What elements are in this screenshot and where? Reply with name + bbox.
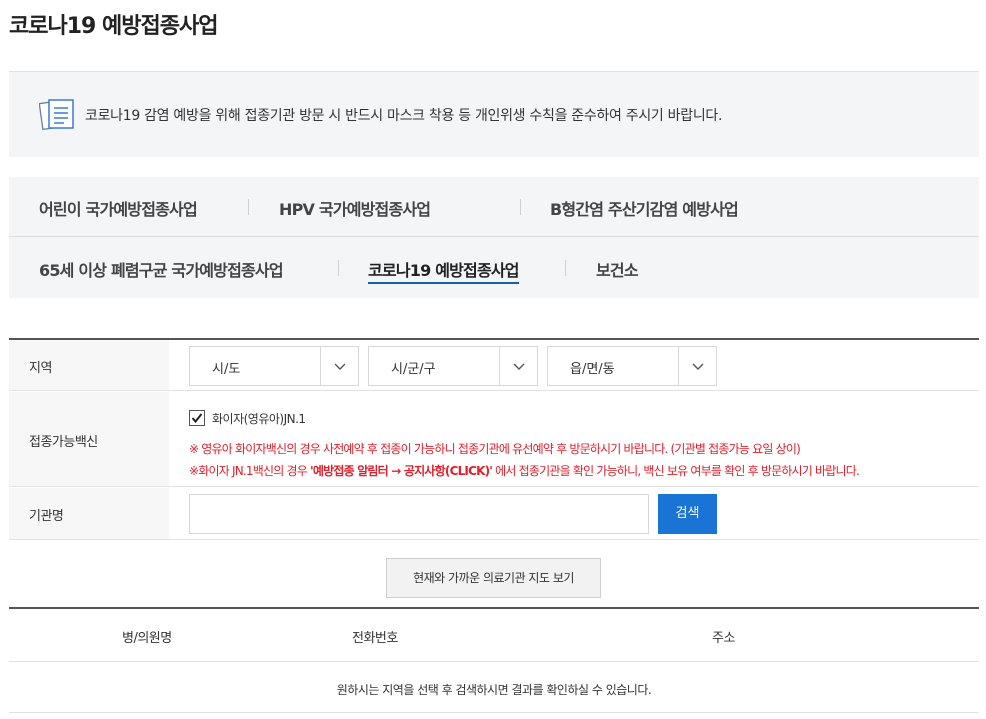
select-divider — [320, 347, 321, 385]
nearby-clinics-map-button[interactable]: 현재와 가까운 의료기관 지도 보기 — [386, 558, 601, 598]
column-clinic-name: 병/의원명 — [122, 631, 172, 646]
warning-2-suffix: 에서 접종기관을 확인 가능하니, 백신 보유 여부를 확인 후 방문하시기 바… — [492, 464, 860, 478]
tab-pneumococcal[interactable]: 65세 이상 폐렴구균 국가예방접종사업 — [39, 257, 284, 281]
tab-separator — [520, 199, 521, 215]
tab-child-vaccination[interactable]: 어린이 국가예방접종사업 — [39, 196, 198, 220]
notice-box: 코로나19 감염 예방을 위해 접종기관 방문 시 반드시 마스크 착용 등 개… — [9, 71, 979, 157]
pfizer-jn1-label: 화이자(영유아)JN.1 — [212, 412, 306, 426]
sigungu-select[interactable]: 시/군/구 — [368, 346, 538, 386]
tab-row-1: 어린이 국가예방접종사업 HPV 국가예방접종사업 B형간염 주산기감염 예방사… — [9, 177, 979, 237]
tab-covid19[interactable]: 코로나19 예방접종사업 — [368, 257, 520, 284]
institution-name-input[interactable] — [189, 494, 649, 534]
eupmyeondong-select-value: 읍/면/동 — [570, 362, 615, 377]
results-empty-row: 원하시는 지역을 선택 후 검색하시면 결과를 확인하실 수 있습니다. — [9, 663, 979, 713]
warning-text-2: ※화이자 JN.1백신의 경우 '예방접종 알림터 → 공지사항(CLICK)'… — [189, 462, 860, 479]
sigungu-select-value: 시/군/구 — [391, 362, 436, 377]
tab-health-center[interactable]: 보건소 — [596, 257, 639, 281]
select-divider — [678, 347, 679, 385]
column-address: 주소 — [712, 631, 735, 646]
chevron-down-icon — [511, 359, 527, 373]
search-button[interactable]: 검색 — [658, 494, 717, 534]
warning-text-1: ※ 영유아 화이자백신의 경우 사전예약 후 접종이 가능하니 접종기관에 유선… — [189, 442, 801, 456]
sido-select-value: 시/도 — [212, 362, 241, 377]
tab-separator — [338, 260, 339, 276]
chevron-down-icon — [690, 359, 706, 373]
tab-hpv-vaccination[interactable]: HPV 국가예방접종사업 — [279, 196, 431, 220]
tab-separator — [565, 260, 566, 276]
region-label-cell: 지역 — [9, 340, 169, 390]
chevron-down-icon — [332, 359, 348, 373]
vaccine-label-cell: 접종가능백신 — [9, 392, 169, 486]
institution-row: 기관명 검색 — [9, 488, 979, 540]
eupmyeondong-select[interactable]: 읍/면/동 — [547, 346, 717, 386]
region-label: 지역 — [29, 361, 52, 376]
tab-hepatitis-b[interactable]: B형간염 주산기감염 예방사업 — [550, 196, 739, 220]
institution-label: 기관명 — [29, 509, 64, 524]
tab-separator — [248, 199, 249, 215]
institution-label-cell: 기관명 — [9, 488, 169, 539]
results-table: 병/의원명 전화번호 주소 원하시는 지역을 선택 후 검색하시면 결과를 확인… — [9, 607, 979, 713]
notice-link[interactable]: '예방접종 알림터 → 공지사항(CLICK)' — [310, 464, 493, 478]
results-header: 병/의원명 전화번호 주소 — [9, 609, 979, 662]
search-form: 지역 시/도 시/군/구 읍/면/동 접종가능백신 화이자(영유아)JN.1 ※… — [9, 338, 979, 540]
tab-row-2: 65세 이상 폐렴구균 국가예방접종사업 코로나19 예방접종사업 보건소 — [9, 238, 979, 298]
vaccine-row: 접종가능백신 화이자(영유아)JN.1 ※ 영유아 화이자백신의 경우 사전예약… — [9, 392, 979, 487]
sido-select[interactable]: 시/도 — [189, 346, 359, 386]
page-title: 코로나19 예방접종사업 — [9, 14, 218, 39]
notice-text: 코로나19 감염 예방을 위해 접종기관 방문 시 반드시 마스크 착용 등 개… — [85, 108, 723, 124]
region-row: 지역 시/도 시/군/구 읍/면/동 — [9, 340, 979, 391]
warning-2-prefix: ※화이자 JN.1백신의 경우 — [189, 464, 310, 478]
vaccine-label: 접종가능백신 — [29, 435, 98, 450]
select-divider — [499, 347, 500, 385]
column-phone: 전화번호 — [352, 631, 398, 646]
document-list-icon — [38, 96, 77, 132]
program-tabs: 어린이 국가예방접종사업 HPV 국가예방접종사업 B형간염 주산기감염 예방사… — [9, 177, 979, 298]
empty-message: 원하시는 지역을 선택 후 검색하시면 결과를 확인하실 수 있습니다. — [336, 683, 652, 697]
pfizer-jn1-checkbox[interactable] — [189, 410, 205, 426]
